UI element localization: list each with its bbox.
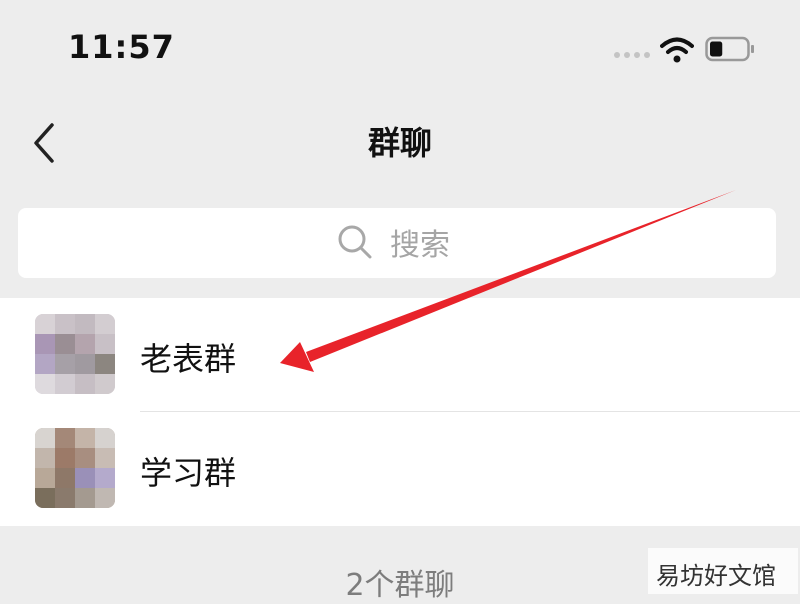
search-placeholder: 搜索: [390, 228, 450, 263]
list-item[interactable]: 学习群: [0, 412, 800, 526]
avatar: [35, 314, 115, 394]
status-time: 11:57: [68, 28, 175, 66]
group-name: 学习群: [140, 454, 237, 492]
watermark: 易坊好文馆: [648, 548, 798, 594]
watermark-text: 易坊好文馆: [656, 562, 776, 590]
battery-icon: [705, 36, 754, 62]
status-bar: 11:57: [0, 0, 800, 100]
search-icon: [338, 225, 372, 259]
group-name: 老表群: [140, 340, 237, 378]
wifi-icon: [660, 37, 694, 63]
list-item[interactable]: 老表群: [0, 298, 800, 412]
group-list: 老表群 学习群: [0, 298, 800, 526]
page-title: 群聊: [367, 124, 432, 162]
cellular-signal-icon: [614, 52, 650, 60]
battery-fill: [710, 41, 723, 57]
avatar: [35, 428, 115, 508]
